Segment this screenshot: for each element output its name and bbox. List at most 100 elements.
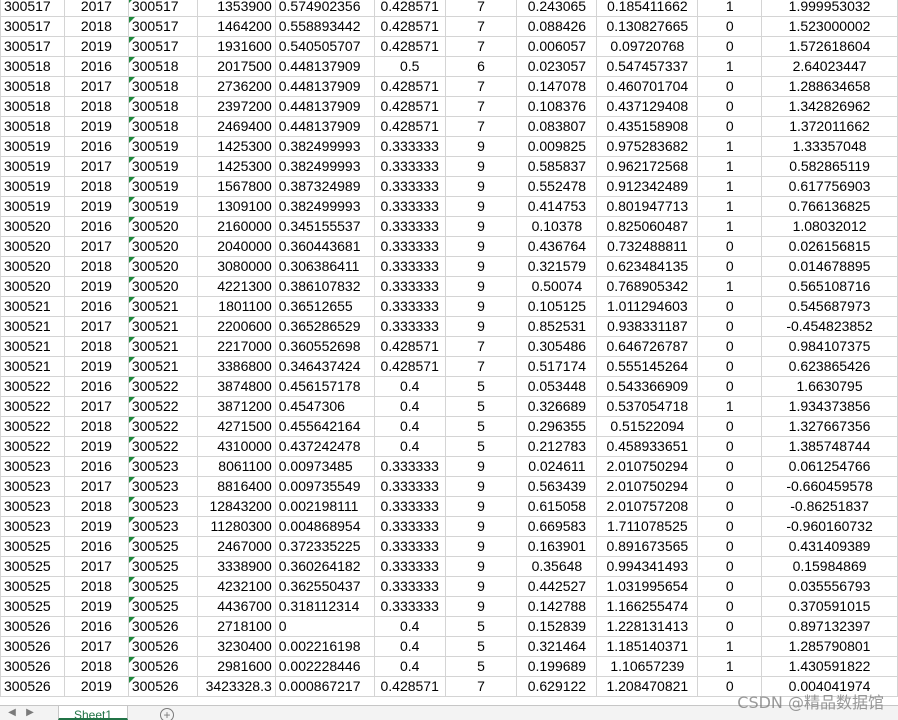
table-cell[interactable]: 2018 — [63, 256, 129, 277]
table-cell[interactable]: 0.004868954 — [274, 516, 375, 537]
table-cell[interactable]: 0.002198111 — [274, 496, 375, 517]
table-cell[interactable]: 0.669583 — [516, 516, 598, 537]
table-cell[interactable]: 0.766136825 — [761, 196, 898, 217]
table-cell[interactable]: 1.10657239 — [596, 656, 699, 677]
table-cell[interactable]: 300522 — [0, 416, 65, 437]
table-cell[interactable]: 0.386107832 — [274, 276, 375, 297]
table-cell[interactable]: 0.437129408 — [596, 96, 699, 117]
table-cell[interactable]: 2019 — [63, 196, 129, 217]
table-cell[interactable]: 300525 — [0, 596, 65, 617]
table-cell[interactable]: 0.306386411 — [274, 256, 375, 277]
table-cell[interactable]: 0.147078 — [516, 76, 598, 97]
table-cell[interactable]: 0.428571 — [373, 356, 446, 377]
table-cell[interactable]: 5 — [444, 636, 518, 657]
table-cell[interactable]: 9 — [444, 296, 518, 317]
table-cell[interactable]: 0.555145264 — [596, 356, 699, 377]
table-cell[interactable]: 300521 — [0, 356, 65, 377]
table-cell[interactable]: 9 — [444, 476, 518, 497]
table-cell[interactable]: 4310000 — [196, 436, 276, 457]
table-cell[interactable]: 0.199689 — [516, 656, 598, 677]
table-cell[interactable]: 2.64023447 — [761, 56, 898, 77]
table-cell[interactable]: 1 — [697, 396, 763, 417]
table-cell[interactable]: 7 — [444, 676, 518, 697]
table-cell[interactable]: 0.768905342 — [596, 276, 699, 297]
table-cell[interactable]: 300520 — [127, 276, 198, 297]
table-cell[interactable]: 0.023057 — [516, 56, 598, 77]
table-cell[interactable]: 0.333333 — [373, 276, 446, 297]
table-cell[interactable]: 0.448137909 — [274, 56, 375, 77]
table-cell[interactable]: 0.083807 — [516, 116, 598, 137]
table-cell[interactable]: 0.333333 — [373, 456, 446, 477]
table-cell[interactable]: 2016 — [63, 536, 129, 557]
table-cell[interactable]: 0.431409389 — [761, 536, 898, 557]
table-cell[interactable]: 7 — [444, 336, 518, 357]
table-cell[interactable]: 2017 — [63, 76, 129, 97]
table-cell[interactable]: 2397200 — [196, 96, 276, 117]
table-cell[interactable]: 0.975283682 — [596, 136, 699, 157]
table-cell[interactable]: 0 — [697, 456, 763, 477]
table-cell[interactable]: 0.296355 — [516, 416, 598, 437]
table-cell[interactable]: 0.994341493 — [596, 556, 699, 577]
table-cell[interactable]: 9 — [444, 576, 518, 597]
table-cell[interactable]: 0.088426 — [516, 16, 598, 37]
table-cell[interactable]: 2017 — [63, 476, 129, 497]
table-cell[interactable]: 0.333333 — [373, 136, 446, 157]
table-cell[interactable]: 2017 — [63, 156, 129, 177]
table-cell[interactable]: 2981600 — [196, 656, 276, 677]
table-cell[interactable]: 300518 — [127, 116, 198, 137]
table-cell[interactable]: 1 — [697, 196, 763, 217]
table-cell[interactable]: 0.345155537 — [274, 216, 375, 237]
table-cell[interactable]: 0 — [697, 476, 763, 497]
table-cell[interactable]: 1464200 — [196, 16, 276, 37]
table-cell[interactable]: 1.523000002 — [761, 16, 898, 37]
table-cell[interactable]: 1.08032012 — [761, 216, 898, 237]
table-cell[interactable]: 300522 — [0, 376, 65, 397]
table-cell[interactable]: 0 — [697, 256, 763, 277]
table-cell[interactable]: 4221300 — [196, 276, 276, 297]
table-cell[interactable]: 7 — [444, 356, 518, 377]
table-cell[interactable]: 0.4 — [373, 636, 446, 657]
table-cell[interactable]: 0.362550437 — [274, 576, 375, 597]
table-cell[interactable]: 0.428571 — [373, 0, 446, 17]
table-cell[interactable]: 1.385748744 — [761, 436, 898, 457]
table-cell[interactable]: 1 — [697, 176, 763, 197]
table-cell[interactable]: 0.15984869 — [761, 556, 898, 577]
table-cell[interactable]: 0.333333 — [373, 176, 446, 197]
table-cell[interactable]: 0.801947713 — [596, 196, 699, 217]
table-cell[interactable]: 0 — [697, 316, 763, 337]
table-cell[interactable]: 300521 — [127, 336, 198, 357]
table-cell[interactable]: 0.163901 — [516, 536, 598, 557]
table-cell[interactable]: 1 — [697, 276, 763, 297]
table-cell[interactable]: 12843200 — [196, 496, 276, 517]
table-cell[interactable]: 0.333333 — [373, 216, 446, 237]
table-cell[interactable]: 300518 — [127, 96, 198, 117]
table-cell[interactable]: 0.360443681 — [274, 236, 375, 257]
table-cell[interactable]: 0.002216198 — [274, 636, 375, 657]
table-cell[interactable]: 9 — [444, 496, 518, 517]
table-cell[interactable]: 0.460701704 — [596, 76, 699, 97]
table-cell[interactable]: 0.825060487 — [596, 216, 699, 237]
table-cell[interactable]: 1.572618604 — [761, 36, 898, 57]
table-cell[interactable]: 300521 — [0, 336, 65, 357]
table-cell[interactable]: 0.382499993 — [274, 156, 375, 177]
table-cell[interactable]: 1 — [697, 56, 763, 77]
table-cell[interactable]: 1.33357048 — [761, 136, 898, 157]
tab-sheet1[interactable]: Sheet1 — [58, 706, 128, 720]
table-cell[interactable]: 0.455642164 — [274, 416, 375, 437]
table-cell[interactable]: 300518 — [0, 56, 65, 77]
table-cell[interactable]: 0.646726787 — [596, 336, 699, 357]
table-cell[interactable]: 1.185140371 — [596, 636, 699, 657]
table-cell[interactable]: 300518 — [0, 96, 65, 117]
table-cell[interactable]: 0 — [697, 576, 763, 597]
table-cell[interactable]: 9 — [444, 456, 518, 477]
table-cell[interactable]: 2016 — [63, 56, 129, 77]
table-cell[interactable]: 3338900 — [196, 556, 276, 577]
table-cell[interactable]: 7 — [444, 76, 518, 97]
table-cell[interactable]: 0.333333 — [373, 596, 446, 617]
table-cell[interactable]: 0 — [697, 76, 763, 97]
table-cell[interactable]: 1.6630795 — [761, 376, 898, 397]
table-cell[interactable]: 0.318112314 — [274, 596, 375, 617]
table-cell[interactable]: 0 — [697, 296, 763, 317]
table-cell[interactable]: 0.984107375 — [761, 336, 898, 357]
table-cell[interactable]: 1931600 — [196, 36, 276, 57]
